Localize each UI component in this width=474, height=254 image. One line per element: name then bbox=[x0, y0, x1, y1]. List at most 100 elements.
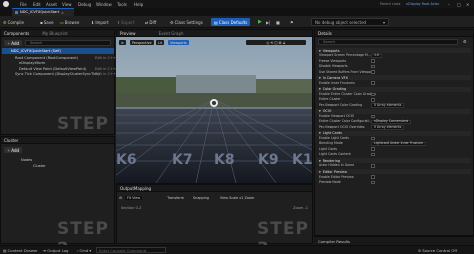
property-value[interactable]: 0 Array elements bbox=[371, 125, 405, 130]
viewport-options-button[interactable]: ≡ bbox=[119, 40, 126, 45]
export-icon: ⬆ bbox=[117, 19, 121, 25]
document-tab[interactable]: NDC_ICVFXQuickStart ✕ bbox=[12, 8, 74, 16]
property-checkbox[interactable] bbox=[371, 175, 375, 179]
tab-components[interactable]: Components bbox=[4, 31, 29, 36]
property-value[interactable]: 0 Array elements bbox=[371, 103, 405, 108]
property-checkbox[interactable] bbox=[371, 81, 375, 86]
unreal-logo-icon[interactable] bbox=[3, 1, 9, 7]
tab-preview[interactable]: Preview bbox=[120, 31, 136, 36]
minimize-icon[interactable]: – bbox=[448, 2, 450, 7]
diff-button[interactable]: ⇄ Diff bbox=[145, 18, 156, 26]
tab-compiler-results[interactable]: Compiler Results bbox=[318, 239, 350, 244]
console-command-input[interactable]: Enter Console Command bbox=[96, 247, 166, 253]
settings-icon[interactable]: ⚙ bbox=[463, 39, 467, 44]
perspective-button[interactable]: Perspective bbox=[130, 40, 154, 45]
class-defaults-button[interactable]: ▤ Class Defaults bbox=[211, 18, 251, 26]
viewports-button[interactable]: Viewports bbox=[168, 40, 189, 45]
tab-event-graph[interactable]: Event Graph bbox=[159, 31, 184, 36]
maximize-icon[interactable]: □ bbox=[457, 2, 461, 7]
component-sync-tick[interactable]: Sync Tick Component (DisplayClusterSyncT… bbox=[15, 72, 100, 76]
property-value[interactable]: 1.0 bbox=[371, 54, 383, 59]
export-button[interactable]: ⬆ Export bbox=[117, 18, 134, 26]
property-checkbox[interactable] bbox=[371, 98, 375, 102]
details-category[interactable]: ▾ In Camera VFX bbox=[316, 75, 471, 81]
details-category[interactable]: ▾ Color Grading bbox=[316, 86, 471, 92]
cluster-item-nodes[interactable]: Nodes bbox=[21, 158, 32, 162]
stop-button[interactable]: ■ bbox=[276, 18, 280, 26]
component-ndisplay-xform[interactable]: nDisplayXform bbox=[19, 61, 45, 65]
browse-button[interactable]: ▭ Browse bbox=[60, 18, 79, 26]
chevron-down-icon: ▾ bbox=[319, 109, 321, 114]
class-settings-button[interactable]: ⚙ Class Settings bbox=[170, 18, 203, 26]
component-default-view-point[interactable]: Default View Point (DefaultViewPoint) bbox=[19, 67, 86, 71]
property-checkbox[interactable] bbox=[371, 70, 375, 74]
details-search-input[interactable]: Search bbox=[318, 39, 458, 45]
tab-my-blueprint[interactable]: My Blueprint bbox=[42, 31, 67, 36]
details-panel-header: Details bbox=[315, 30, 473, 37]
settings-icon[interactable]: ⚙ bbox=[119, 196, 122, 200]
lit-button[interactable]: Lit bbox=[156, 40, 165, 45]
details-property-row: Enable Editor Preview bbox=[319, 175, 469, 180]
tab-cluster[interactable]: Cluster bbox=[4, 138, 18, 143]
component-root[interactable]: Root Component (RootComponent) bbox=[15, 56, 78, 60]
property-value[interactable]: nDisplay Conversions bbox=[371, 120, 412, 125]
play-button[interactable]: ▶ bbox=[258, 18, 262, 26]
component-root-edit[interactable]: Edit in C++ bbox=[95, 56, 116, 60]
property-checkbox[interactable] bbox=[371, 136, 375, 141]
components-panel: Components My Blueprint + Add Search NDC… bbox=[0, 29, 116, 154]
property-checkbox[interactable] bbox=[371, 114, 375, 119]
property-checkbox[interactable] bbox=[371, 64, 375, 69]
menu-asset[interactable]: Asset bbox=[46, 2, 57, 7]
property-checkbox[interactable] bbox=[371, 147, 375, 152]
step-button[interactable]: ▶| bbox=[266, 18, 270, 26]
fit-view-button[interactable]: Fit View bbox=[125, 195, 143, 200]
content-drawer-button[interactable]: ▤ Content Drawer bbox=[3, 248, 38, 253]
property-checkbox[interactable] bbox=[371, 152, 375, 157]
details-property-row: Viewport Screen Percentage M... 1.0 bbox=[319, 54, 469, 59]
compile-button[interactable]: ⚙ Compile bbox=[3, 18, 24, 26]
menu-window[interactable]: Window bbox=[96, 2, 112, 7]
add-cluster-item-button[interactable]: + Add bbox=[4, 147, 22, 153]
menu-view[interactable]: View bbox=[62, 2, 72, 7]
tab-close-icon[interactable]: ✕ bbox=[61, 11, 64, 15]
property-checkbox[interactable] bbox=[371, 164, 375, 168]
debug-icon[interactable]: ⚑ bbox=[290, 18, 294, 26]
tab-details[interactable]: Details bbox=[318, 31, 332, 36]
details-category[interactable]: ▾ Rendering bbox=[316, 158, 471, 163]
menu-tools[interactable]: Tools bbox=[117, 2, 127, 7]
tab-output-mapping[interactable]: OutputMapping bbox=[120, 186, 151, 191]
details-category[interactable]: ▾ Viewports bbox=[316, 48, 471, 53]
close-icon[interactable]: ✕ bbox=[466, 2, 469, 7]
import-button[interactable]: ⬇ Import bbox=[91, 18, 109, 26]
property-label: Actor Hidden In Game bbox=[319, 163, 355, 168]
menu-edit[interactable]: Edit bbox=[33, 2, 41, 7]
property-value[interactable]: Lightcard Under Inner Frustum bbox=[371, 142, 426, 147]
transform-button[interactable]: Transform bbox=[167, 196, 184, 200]
snapping-button[interactable]: Snapping bbox=[193, 196, 209, 200]
add-component-button[interactable]: + Add bbox=[4, 40, 22, 46]
details-category[interactable]: ▾ Light Cards bbox=[316, 130, 471, 136]
property-checkbox[interactable] bbox=[371, 92, 375, 97]
property-checkbox[interactable] bbox=[371, 180, 375, 185]
menu-file[interactable]: File bbox=[20, 2, 27, 7]
viewport-tools-button[interactable]: ◎ ⟲ ◫ ⊞ ∡ bbox=[246, 40, 306, 45]
menu-help[interactable]: Help bbox=[134, 2, 143, 7]
plus-icon: + bbox=[6, 147, 11, 153]
menu-debug[interactable]: Debug bbox=[78, 2, 91, 7]
save-button[interactable]: ▪ Save bbox=[40, 18, 54, 26]
component-sync-tick-edit[interactable]: Edit in C++ bbox=[95, 72, 116, 76]
source-control-status[interactable]: ⊘ Source Control Off bbox=[418, 248, 457, 253]
component-default-view-point-edit[interactable]: Edit in C++ bbox=[95, 67, 116, 71]
cluster-item-cluster[interactable]: Cluster bbox=[33, 164, 46, 168]
property-checkbox[interactable] bbox=[371, 59, 375, 64]
parent-class-value[interactable]: nDisplay Root Actor bbox=[406, 2, 439, 6]
output-log-button[interactable]: ≡ Output Log bbox=[43, 248, 68, 253]
component-self[interactable]: NDC_ICVFXQuickStart (Self) bbox=[11, 49, 61, 53]
floor-label-k8: K8 bbox=[214, 152, 235, 168]
cmd-dropdown[interactable]: › Cmd ▾ bbox=[77, 248, 91, 253]
debug-object-dropdown[interactable]: No debug object selected ▾ bbox=[311, 18, 389, 26]
preview-viewport[interactable]: ≡ Perspective Lit Viewports ◎ ⟲ ◫ ⊞ ∡ K6… bbox=[116, 37, 312, 183]
details-category[interactable]: ▾ Editor Preview bbox=[316, 169, 471, 175]
details-category[interactable]: ▾ OCIO bbox=[316, 108, 471, 114]
components-search-input[interactable]: Search bbox=[25, 40, 111, 46]
